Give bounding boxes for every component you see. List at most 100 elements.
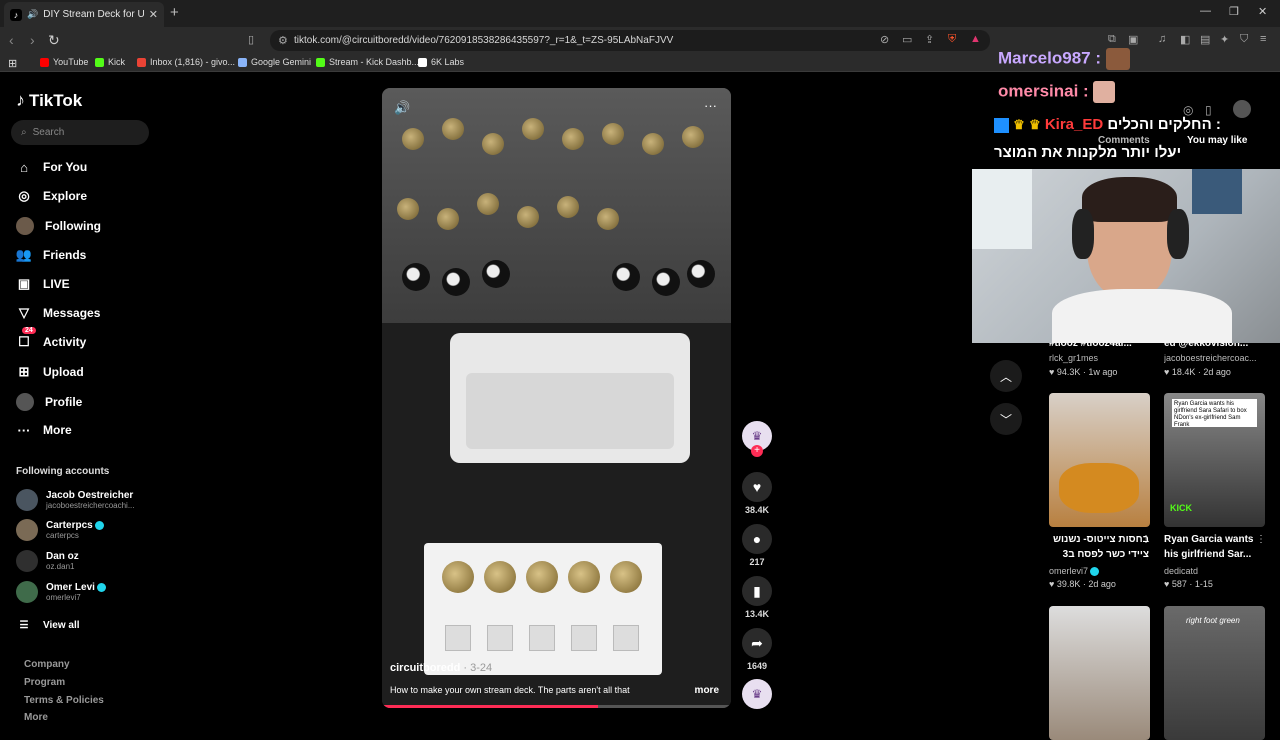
next-video-button[interactable]: ﹀ [990,403,1022,435]
wallet-2-icon[interactable]: ▤ [1200,33,1210,46]
nav-live[interactable]: ▣ LIVE [16,276,70,292]
nav-friends[interactable]: 👥 Friends [16,247,86,263]
sound-avatar[interactable]: ♛ [742,679,772,709]
close-tab-icon[interactable]: ✕ [149,8,158,21]
bookmark-gemini[interactable]: Google Gemini [238,57,311,67]
phone-icon[interactable]: ▯ [1205,103,1212,117]
feed-user[interactable]: rlck_gr1mes [1049,353,1098,363]
menu-icon[interactable]: ≡ [1260,33,1266,45]
brave-shield-icon[interactable]: ⛨ [948,33,956,46]
nav-more[interactable]: ··· More [16,422,72,438]
nav-explore[interactable]: ◎ Explore [16,188,87,204]
account-item[interactable]: Omer Levi omerlevi7 [16,581,106,603]
back-icon[interactable]: ‹ [9,32,14,48]
new-tab-icon[interactable]: + [170,4,179,21]
feed-options-icon[interactable]: ⋮ [1141,534,1151,545]
leo-icon[interactable]: ✦ [1220,33,1229,46]
footer-link[interactable]: Program [24,677,65,688]
share-button[interactable]: ➦ 1649 [742,628,772,671]
vpn-icon[interactable]: ⛉ [1240,33,1248,46]
verified-icon [94,520,104,530]
nav-messages[interactable]: ▽ Messages [16,305,100,321]
music-icon[interactable]: ♫ [1158,33,1166,45]
share-icon[interactable]: ⇪ [925,33,934,46]
chat-emote [1093,81,1116,103]
verified-icon [1090,567,1100,577]
feed-stats: ♥ 39.8K · 2d ago [1049,579,1116,589]
6klabs-icon [418,57,427,67]
badge-icon [994,117,1009,133]
account-item[interactable]: Jacob Oestreicher jacoboestreichercoachi.… [16,489,135,511]
bookmark-stream[interactable]: Stream - Kick Dashb... [316,57,419,67]
avatar[interactable] [1233,100,1251,118]
feed-user[interactable]: jacoboestreichercoac... [1164,353,1264,363]
compass-icon[interactable]: ◎ [1183,103,1193,117]
forward-icon[interactable]: › [30,32,35,48]
youtube-icon [40,57,49,67]
creator-avatar[interactable]: ♛ + [742,421,772,457]
extensions-icon[interactable]: ⧉ [1108,33,1116,46]
nav-following[interactable]: Following [16,217,101,235]
footer-link[interactable]: Company [24,659,70,670]
restore-icon[interactable]: ❐ [1229,5,1239,18]
feed-caption[interactable]: Ryan Garcia wants [1164,534,1264,545]
wallet-icon[interactable]: ▣ [1128,33,1138,46]
messages-icon: ▽ [19,305,29,320]
bookmark-kick[interactable]: Kick [95,57,125,67]
bookmark-inbox[interactable]: Inbox (1,816) - givo... [137,57,235,67]
comment-icon: ● [742,524,772,554]
tab-you-may-like[interactable]: You may like [1187,135,1247,146]
nav-upload[interactable]: ⊞ Upload [16,364,84,380]
volume-icon[interactable]: 🔊 [394,100,410,116]
feed-thumbnail[interactable]: Ryan Garcia wants his girlfriend Sara Sa… [1164,393,1265,527]
nav-for-you[interactable]: ⌂ For You [16,159,87,175]
chat-message: Marcelo987 : [998,48,1130,70]
save-button[interactable]: ▮ 13.4K [742,576,772,619]
nav-activity[interactable]: ☐ 24 Activity [16,327,86,350]
video-options-icon[interactable]: ··· [704,98,717,113]
crown-icon: ♛ [1029,117,1041,132]
account-item[interactable]: Carterpcs carterpcs [16,519,104,541]
footer-link[interactable]: More [24,712,48,723]
close-window-icon[interactable]: ✕ [1258,5,1267,18]
search-input[interactable]: ⌕ Search [11,120,149,145]
minimize-icon[interactable]: — [1200,5,1211,17]
site-settings-icon[interactable]: ⚙ [278,34,288,47]
view-all-link[interactable]: ☰ View all [16,617,80,633]
footer-link[interactable]: Terms & Policies [24,695,104,706]
sidebar-toggle-icon[interactable]: ◧ [1180,33,1190,46]
chat-message: ♛ ♛ Kira_ED החלקים והכלים : [994,116,1221,133]
comment-button[interactable]: ● 217 [742,524,772,567]
browser-tab-bar: ♪ 🔊 DIY Stream Deck for Under $... ✕ + —… [0,0,1280,27]
video-player[interactable]: 🔊 ··· circuitboredd · 3-24 How to make y… [382,88,731,708]
more-button[interactable]: more [695,685,719,696]
feed-caption[interactable]: בחסות צייטוס- נשנוש [1049,534,1149,545]
bookmark-6klabs[interactable]: 6K Labs [418,57,464,67]
feed-thumbnail[interactable] [1049,393,1150,527]
video-progress-bar[interactable] [382,705,731,708]
feed-caption[interactable]: ציידי כשר לפסח ב3 [1049,549,1149,560]
enclosure-image [450,333,690,463]
bookmark-icon[interactable]: ▯ [248,33,254,46]
bookmark-youtube[interactable]: YouTube [40,57,88,67]
previous-video-button[interactable]: ︿ [990,360,1022,392]
browser-tab[interactable]: ♪ 🔊 DIY Stream Deck for Under $... ✕ [4,2,164,27]
apps-icon[interactable]: ⊞ [8,57,17,70]
gemini-icon [238,57,247,67]
reload-icon[interactable]: ↻ [48,32,60,49]
like-button[interactable]: ♥ 38.4K [742,472,772,515]
rewards-icon[interactable]: ▲ [970,33,981,45]
feed-user[interactable]: dedicatd [1164,566,1198,576]
account-item[interactable]: Dan oz oz.dan1 [16,550,79,572]
tab-title: DIY Stream Deck for Under $... [43,9,144,20]
feed-options-icon[interactable]: ⋮ [1256,534,1266,545]
feed-caption[interactable]: his girlfriend Sar... [1164,549,1264,560]
webcam-overlay [972,169,1280,343]
camera-off-icon[interactable]: ⊘ [880,33,889,46]
profile-avatar-icon [16,393,34,411]
follow-plus-icon[interactable]: + [751,445,763,457]
pip-icon[interactable]: ▭ [902,33,912,46]
nav-profile[interactable]: Profile [16,393,82,411]
tiktok-logo[interactable]: ♪ TikTok [16,90,82,111]
stream-deck-board-image [424,543,662,675]
